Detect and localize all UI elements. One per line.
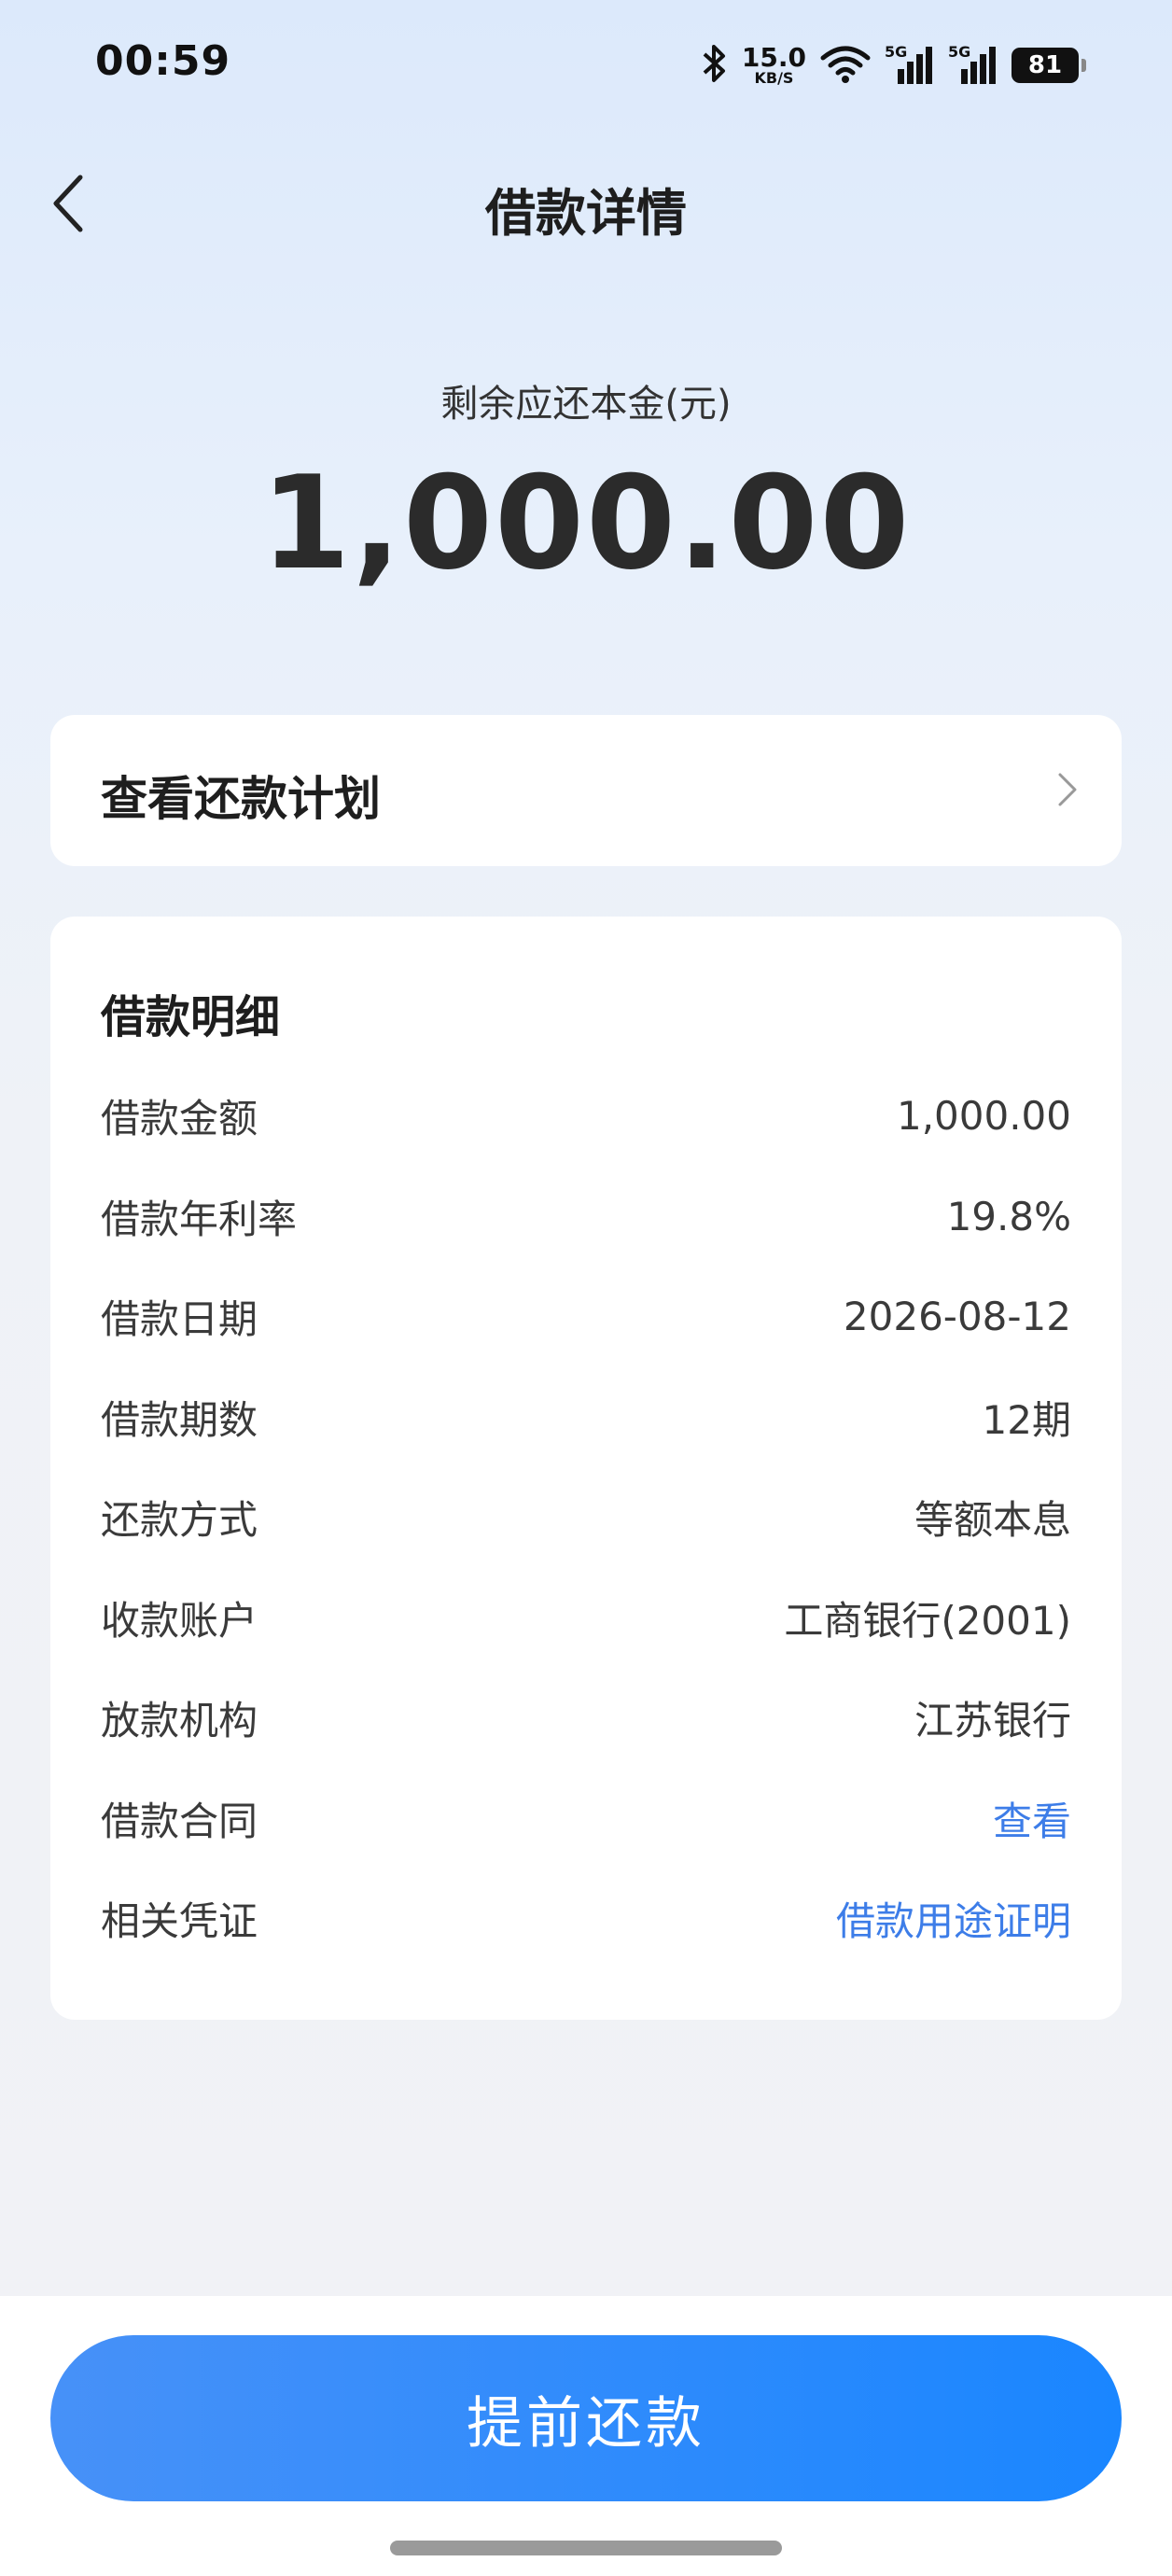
row-value: 等额本息: [914, 1496, 1071, 1543]
detail-row-repayment-method: 还款方式 等额本息: [101, 1484, 1071, 1549]
status-time: 00:59: [95, 37, 231, 85]
wifi-icon: [819, 43, 872, 88]
row-value: 1,000.00: [896, 1092, 1071, 1139]
signal-icon: 5G: [885, 43, 935, 88]
bottom-action-bar: 提前还款: [0, 2296, 1172, 2576]
status-icons: 15.0 KB/S 5G 5G 81: [701, 37, 1086, 93]
row-label: 相关凭证: [101, 1897, 258, 1944]
detail-row-rate: 借款年利率 19.8%: [101, 1183, 1071, 1249]
row-label: 借款年利率: [101, 1196, 298, 1242]
nav-bar: 借款详情: [0, 159, 1172, 252]
row-label: 还款方式: [101, 1496, 258, 1543]
detail-row-vouchers: 相关凭证 借款用途证明: [101, 1885, 1071, 1951]
status-bar: 00:59 15.0 KB/S 5G 5G 81: [0, 0, 1172, 131]
detail-row-receiving-account: 收款账户 工商银行(2001): [101, 1585, 1071, 1650]
row-value: 江苏银行: [914, 1697, 1071, 1743]
row-label: 放款机构: [101, 1697, 258, 1743]
repayment-plan-card[interactable]: 查看还款计划: [50, 715, 1122, 866]
loan-details-title: 借款明细: [101, 991, 281, 1043]
detail-row-contract: 借款合同 查看: [101, 1785, 1071, 1851]
page-title: 借款详情: [485, 184, 687, 243]
row-value: 19.8%: [946, 1193, 1071, 1239]
battery-icon: 81: [1012, 48, 1086, 83]
detail-row-amount: 借款金额 1,000.00: [101, 1083, 1071, 1148]
view-contract-link[interactable]: 查看: [993, 1790, 1071, 1847]
principal-label: 剩余应还本金(元): [440, 383, 732, 426]
signal-icon-secondary: 5G: [948, 43, 998, 88]
row-label: 收款账户: [101, 1597, 258, 1644]
detail-row-lender: 放款机构 江苏银行: [101, 1685, 1071, 1750]
row-label: 借款期数: [101, 1396, 258, 1443]
detail-row-date: 借款日期 2026-08-12: [101, 1283, 1071, 1349]
row-value: 工商银行(2001): [784, 1597, 1071, 1644]
row-label: 借款金额: [101, 1095, 258, 1141]
principal-amount: 1,000.00: [260, 448, 912, 598]
chevron-right-icon: [1056, 771, 1079, 812]
home-indicator[interactable]: [390, 2541, 782, 2555]
repayment-plan-label: 查看还款计划: [101, 772, 381, 826]
bluetooth-icon: [701, 41, 729, 90]
row-value: 12期: [982, 1396, 1071, 1443]
detail-row-terms: 借款期数 12期: [101, 1384, 1071, 1449]
loan-details-card: 借款明细 借款金额 1,000.00 借款年利率 19.8% 借款日期 2026…: [50, 917, 1122, 2020]
row-label: 借款合同: [101, 1798, 258, 1844]
prepay-button[interactable]: 提前还款: [50, 2335, 1122, 2501]
row-label: 借款日期: [101, 1295, 258, 1342]
row-value: 2026-08-12: [843, 1293, 1071, 1339]
network-speed: 15.0 KB/S: [741, 42, 806, 87]
loan-purpose-proof-link[interactable]: 借款用途证明: [836, 1890, 1071, 1947]
